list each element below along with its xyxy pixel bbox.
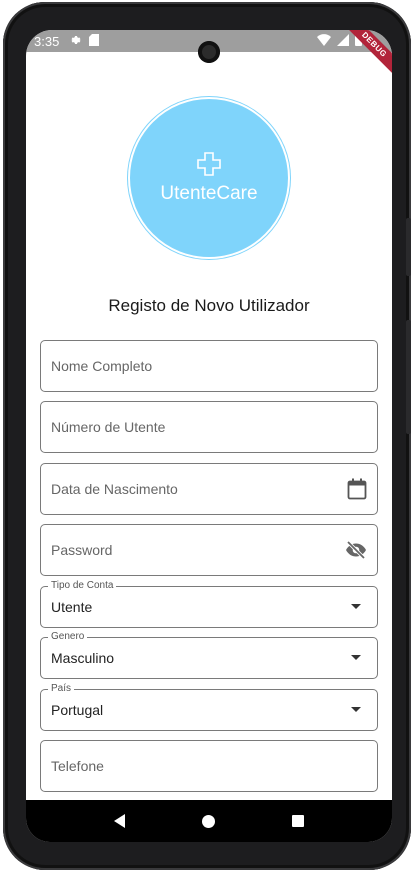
medical-cross-icon — [197, 151, 221, 181]
settings-icon — [69, 34, 81, 49]
phone-input[interactable]: Telefone — [40, 740, 378, 792]
dropdown-arrow-icon[interactable] — [351, 707, 361, 712]
phone-placeholder: Telefone — [51, 758, 104, 774]
birth-date-input[interactable]: Data de Nascimento — [40, 463, 378, 515]
phone-frame: 3:35 DEBUG UtenteCare Registo de Novo Ut… — [3, 2, 411, 870]
power-button — [406, 320, 411, 434]
status-time: 3:35 — [34, 33, 60, 49]
front-camera — [198, 41, 220, 63]
back-icon[interactable] — [114, 814, 126, 828]
gender-value: Masculino — [51, 650, 115, 666]
android-nav-bar — [26, 800, 392, 842]
logo-brand-text: UtenteCare — [160, 182, 258, 204]
country-value: Portugal — [51, 702, 104, 718]
password-placeholder: Password — [51, 542, 113, 558]
account-type-select[interactable]: Tipo de Conta Utente — [40, 580, 378, 628]
recent-apps-icon[interactable] — [291, 815, 304, 827]
volume-button — [406, 218, 411, 276]
account-type-value: Utente — [51, 599, 93, 615]
app-screen: 3:35 DEBUG UtenteCare Registo de Novo Ut… — [26, 30, 392, 842]
full-name-placeholder: Nome Completo — [51, 358, 153, 374]
wifi-icon — [317, 34, 331, 49]
password-input[interactable]: Password — [40, 524, 378, 576]
gender-label: Genero — [48, 631, 88, 642]
full-name-input[interactable]: Nome Completo — [40, 340, 378, 392]
visibility-off-icon[interactable] — [345, 540, 367, 564]
country-select[interactable]: País Portugal — [40, 683, 378, 731]
birth-date-placeholder: Data de Nascimento — [51, 481, 178, 497]
dropdown-arrow-icon[interactable] — [351, 655, 361, 660]
gender-select[interactable]: Genero Masculino — [40, 631, 378, 679]
country-label: País — [48, 683, 75, 694]
utente-number-input[interactable]: Número de Utente — [40, 401, 378, 453]
account-type-label: Tipo de Conta — [48, 580, 117, 591]
home-icon[interactable] — [201, 814, 215, 828]
dropdown-arrow-icon[interactable] — [351, 604, 361, 609]
sd-card-icon — [89, 33, 100, 49]
app-logo: UtenteCare — [128, 97, 290, 259]
signal-icon — [337, 34, 349, 49]
calendar-icon[interactable] — [347, 478, 367, 505]
utente-number-placeholder: Número de Utente — [51, 419, 166, 435]
page-title: Registo de Novo Utilizador — [108, 296, 310, 315]
